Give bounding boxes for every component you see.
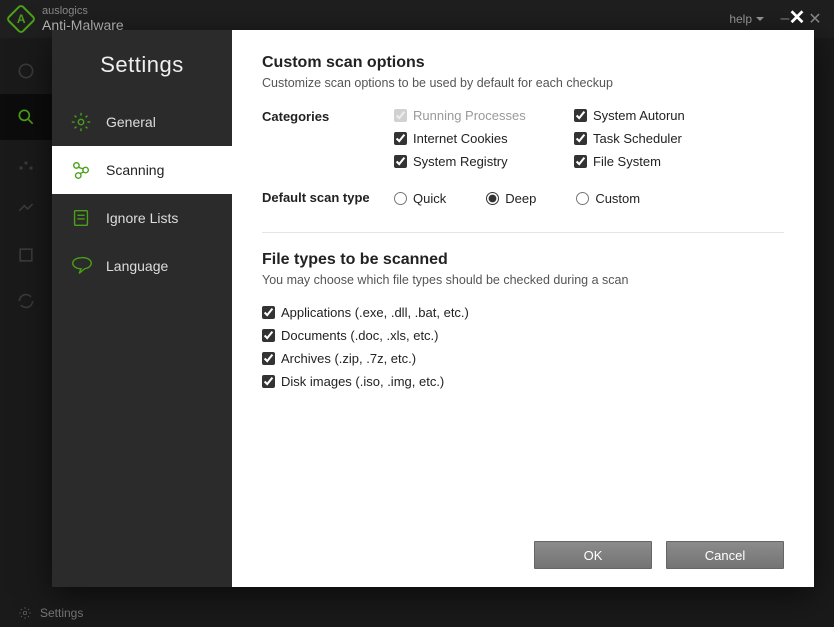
ft-disk-images[interactable]: Disk images (.iso, .img, etc.)	[262, 374, 784, 389]
speech-icon	[70, 255, 92, 277]
cat-cookies-label: Internet Cookies	[413, 131, 508, 146]
filetypes-heading: File types to be scanned	[262, 251, 784, 269]
settings-sidebar: Settings General Scanning Ignore Lists L…	[52, 30, 232, 587]
nav-ignore-label: Ignore Lists	[106, 210, 178, 226]
cat-running-checkbox	[394, 109, 407, 122]
cat-task-scheduler[interactable]: Task Scheduler	[574, 131, 754, 146]
custom-scan-sub: Customize scan options to be used by def…	[262, 76, 784, 90]
cat-registry-checkbox[interactable]	[394, 155, 407, 168]
cat-system-autorun[interactable]: System Autorun	[574, 108, 754, 123]
scantype-deep-radio[interactable]	[486, 192, 499, 205]
ft-docs-label: Documents (.doc, .xls, etc.)	[281, 328, 439, 343]
ft-documents[interactable]: Documents (.doc, .xls, etc.)	[262, 328, 784, 343]
rail-reports-icon[interactable]	[0, 186, 52, 232]
ft-applications[interactable]: Applications (.exe, .dll, .bat, etc.)	[262, 305, 784, 320]
close-app-button[interactable]: ✕	[806, 10, 824, 28]
nav-language[interactable]: Language	[52, 242, 232, 290]
statusbar: Settings	[0, 599, 834, 627]
ft-disk-label: Disk images (.iso, .img, etc.)	[281, 374, 444, 389]
ok-button[interactable]: OK	[534, 541, 652, 569]
cat-cookies-checkbox[interactable]	[394, 132, 407, 145]
rail-update-icon[interactable]	[0, 278, 52, 324]
nav-general[interactable]: General	[52, 98, 232, 146]
settings-content: Custom scan options Customize scan optio…	[232, 30, 814, 587]
help-label: help	[729, 12, 752, 26]
ft-archives[interactable]: Archives (.zip, .7z, etc.)	[262, 351, 784, 366]
cat-registry-label: System Registry	[413, 154, 508, 169]
app-logo-icon: A	[5, 3, 36, 34]
ft-apps-checkbox[interactable]	[262, 306, 275, 319]
cat-task-checkbox[interactable]	[574, 132, 587, 145]
scantype-quick[interactable]: Quick	[394, 191, 446, 206]
cat-internet-cookies[interactable]: Internet Cookies	[394, 131, 574, 146]
ft-docs-checkbox[interactable]	[262, 329, 275, 342]
left-rail	[0, 38, 52, 599]
ft-archives-checkbox[interactable]	[262, 352, 275, 365]
nav-scanning-label: Scanning	[106, 162, 164, 178]
rail-dashboard-icon[interactable]	[0, 48, 52, 94]
nav-general-label: General	[106, 114, 156, 130]
settings-modal: ✕ Settings General Scanning Ignore Lists…	[52, 30, 814, 587]
cat-autorun-checkbox[interactable]	[574, 109, 587, 122]
ft-apps-label: Applications (.exe, .dll, .bat, etc.)	[281, 305, 469, 320]
cat-task-label: Task Scheduler	[593, 131, 682, 146]
help-dropdown[interactable]: help	[729, 12, 764, 26]
gear-icon	[18, 606, 32, 620]
gear-icon	[70, 111, 92, 133]
rail-scheduler-icon[interactable]	[0, 232, 52, 278]
scantype-custom-radio[interactable]	[576, 192, 589, 205]
rail-quarantine-icon[interactable]	[0, 140, 52, 186]
nav-scanning[interactable]: Scanning	[52, 146, 232, 194]
cat-running-processes: Running Processes	[394, 108, 574, 123]
scantype-deep[interactable]: Deep	[486, 191, 536, 206]
cat-filesystem-label: File System	[593, 154, 661, 169]
ft-disk-checkbox[interactable]	[262, 375, 275, 388]
scantype-deep-label: Deep	[505, 191, 536, 206]
close-modal-button[interactable]: ✕	[786, 8, 808, 30]
statusbar-settings-link[interactable]: Settings	[40, 606, 83, 620]
brand-label: auslogics	[42, 5, 124, 17]
settings-title: Settings	[52, 44, 232, 98]
scan-icon	[70, 159, 92, 181]
scantype-custom-label: Custom	[595, 191, 640, 206]
scantype-quick-radio[interactable]	[394, 192, 407, 205]
cancel-button[interactable]: Cancel	[666, 541, 784, 569]
cat-file-system[interactable]: File System	[574, 154, 754, 169]
cat-filesystem-checkbox[interactable]	[574, 155, 587, 168]
cat-running-label: Running Processes	[413, 108, 526, 123]
scantype-custom[interactable]: Custom	[576, 191, 640, 206]
cat-system-registry[interactable]: System Registry	[394, 154, 574, 169]
nav-ignore-lists[interactable]: Ignore Lists	[52, 194, 232, 242]
nav-language-label: Language	[106, 258, 168, 274]
rail-scan-icon[interactable]	[0, 94, 52, 140]
categories-label: Categories	[262, 108, 394, 124]
ft-archives-label: Archives (.zip, .7z, etc.)	[281, 351, 416, 366]
custom-scan-heading: Custom scan options	[262, 54, 784, 72]
divider	[262, 232, 784, 233]
scantype-label: Default scan type	[262, 189, 394, 205]
filetypes-sub: You may choose which file types should b…	[262, 273, 784, 287]
scantype-quick-label: Quick	[413, 191, 446, 206]
list-icon	[70, 207, 92, 229]
cat-autorun-label: System Autorun	[593, 108, 685, 123]
